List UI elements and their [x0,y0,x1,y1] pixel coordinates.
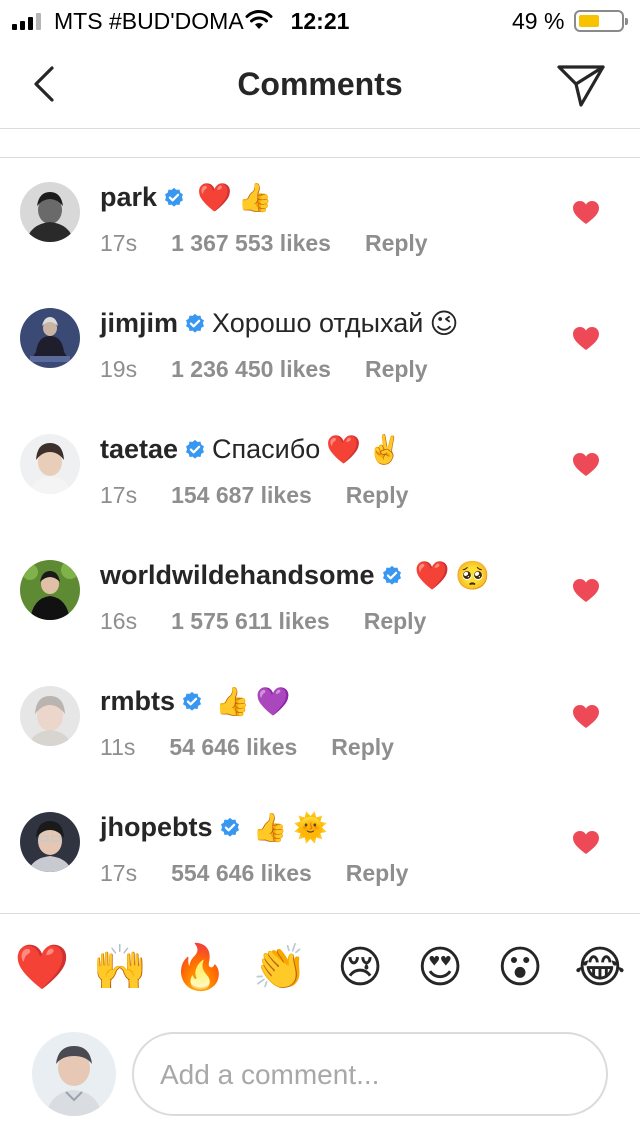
battery-icon [574,10,628,32]
like-heart-icon[interactable] [572,704,600,730]
comment-username[interactable]: taetae [100,434,178,465]
comment-text: Хорошо отдыхай [212,308,424,338]
comment-meta: 16s 1 575 611 likes Reply [100,608,426,635]
verified-badge-icon [165,187,184,207]
comment-emoji: ❤️ [197,181,232,213]
reaction-emoji-button[interactable]: 😂 [572,940,628,996]
comment-meta: 19s 1 236 450 likes Reply [100,356,428,383]
reaction-emoji-button[interactable]: 😍 [412,940,468,996]
comment-username[interactable]: jhopebts [100,812,213,843]
comment-likes-count[interactable]: 54 646 likes [169,734,297,760]
comment-likes-count[interactable]: 1 575 611 likes [171,608,330,634]
comment-username[interactable]: jimjim [100,308,178,339]
comment-username[interactable]: rmbts [100,686,175,717]
like-heart-icon[interactable] [572,830,600,856]
status-bar: MTS #BUD'DOMA 12:21 49 % [0,0,640,40]
divider [0,913,640,914]
verified-badge-icon [186,439,205,459]
reply-button[interactable]: Reply [365,230,428,256]
comments-list[interactable]: park ❤️ 👍 17s 1 367 553 likes Reply jimjim Хоро… [0,158,640,914]
avatar-rmbts[interactable] [20,686,80,746]
comment-emoji: 👍 [252,811,288,843]
verified-badge-icon [382,565,401,585]
paper-plane-icon[interactable] [556,62,606,108]
comment-meta: 17s 554 646 likes Reply [100,860,408,887]
comment-row: jhopebts 👍 🌞 17s 554 646 likes Reply [0,788,640,914]
comment-row: park ❤️ 👍 17s 1 367 553 likes Reply [0,158,640,284]
comment-timestamp: 17s [100,482,138,508]
avatar-taetae[interactable] [20,434,80,494]
like-heart-icon[interactable] [572,578,600,604]
reaction-emoji-button[interactable]: 😢 [332,940,388,996]
comment-body: worldwildehandsome ❤️ 🥺 [100,560,490,591]
comment-likes-count[interactable]: 1 236 450 likes [171,356,331,382]
comment-body: taetae Спасибо ❤️ ✌️ [100,434,402,465]
reaction-emoji-button[interactable]: 👏 [252,940,308,996]
comment-meta: 17s 154 687 likes Reply [100,482,408,509]
comment-timestamp: 19s [100,356,138,382]
reaction-emoji-button[interactable]: ❤️ [14,940,70,996]
comment-emoji: ✌️ [367,433,402,465]
reply-button[interactable]: Reply [331,734,394,760]
comment-timestamp: 11s [100,734,136,760]
comment-emoji: ❤️ [326,433,362,465]
comment-body: rmbts 👍 💜 [100,686,291,717]
comment-emoji: ❤️ [414,559,450,591]
avatar-park[interactable] [20,182,80,242]
reply-button[interactable]: Reply [346,860,409,886]
reaction-emoji-button[interactable]: 😮 [492,940,548,996]
battery-percent: 49 % [512,8,565,34]
verified-badge-icon [220,817,239,837]
comment-row: taetae Спасибо ❤️ ✌️ 17s 154 687 likes Reply [0,410,640,536]
comment-input-wrapper[interactable] [132,1032,608,1116]
current-user-avatar [32,1032,116,1116]
like-heart-icon[interactable] [572,326,600,352]
comment-emoji: 😉 [429,307,459,339]
comment-emoji: 👍 [237,181,273,213]
comment-emoji: 👍 [215,685,250,717]
comment-timestamp: 16s [100,608,138,634]
avatar-worldwidehandsome[interactable] [20,560,80,620]
comment-timestamp: 17s [100,860,138,886]
quick-reactions-bar: ❤️ 🙌 🔥 👏 😢 😍 😮 😂 [0,940,640,1000]
comment-text: Спасибо [212,434,321,464]
comment-row: worldwildehandsome ❤️ 🥺 16s 1 575 611 likes R… [0,536,640,662]
comment-likes-count[interactable]: 554 646 likes [171,860,312,886]
comment-meta: 17s 1 367 553 likes Reply [100,230,428,257]
comment-composer [0,1030,640,1120]
verified-badge-icon [183,691,201,711]
comment-body: park ❤️ 👍 [100,182,273,213]
comment-likes-count[interactable]: 154 687 likes [171,482,312,508]
reaction-emoji-button[interactable]: 🔥 [172,940,228,996]
comment-body: jimjim Хорошо отдыхай 😉 [100,308,459,339]
page-title: Comments [237,66,403,102]
verified-badge-icon [186,313,205,333]
comment-row: rmbts 👍 💜 11s 54 646 likes Reply [0,662,640,788]
like-heart-icon[interactable] [572,200,600,226]
comment-body: jhopebts 👍 🌞 [100,812,328,843]
comment-likes-count[interactable]: 1 367 553 likes [171,230,331,256]
comment-username[interactable]: park [100,182,157,213]
reply-button[interactable]: Reply [346,482,409,508]
comment-input[interactable] [158,1052,582,1098]
comment-emoji: 🥺 [455,559,491,591]
nav-bar: Comments [0,40,640,129]
comment-emoji: 💜 [255,685,291,717]
avatar-jhopebts[interactable] [20,812,80,872]
reply-button[interactable]: Reply [364,608,427,634]
comment-username[interactable]: worldwildehandsome [100,560,375,591]
comment-meta: 11s 54 646 likes Reply [100,734,394,761]
comment-row: jimjim Хорошо отдыхай 😉 19s 1 236 450 likes R… [0,284,640,410]
like-heart-icon[interactable] [572,452,600,478]
avatar-jimjim[interactable] [20,308,80,368]
reaction-emoji-button[interactable]: 🙌 [92,940,148,996]
reply-button[interactable]: Reply [365,356,428,382]
comment-emoji: 🌞 [293,811,329,843]
comment-timestamp: 17s [100,230,138,256]
